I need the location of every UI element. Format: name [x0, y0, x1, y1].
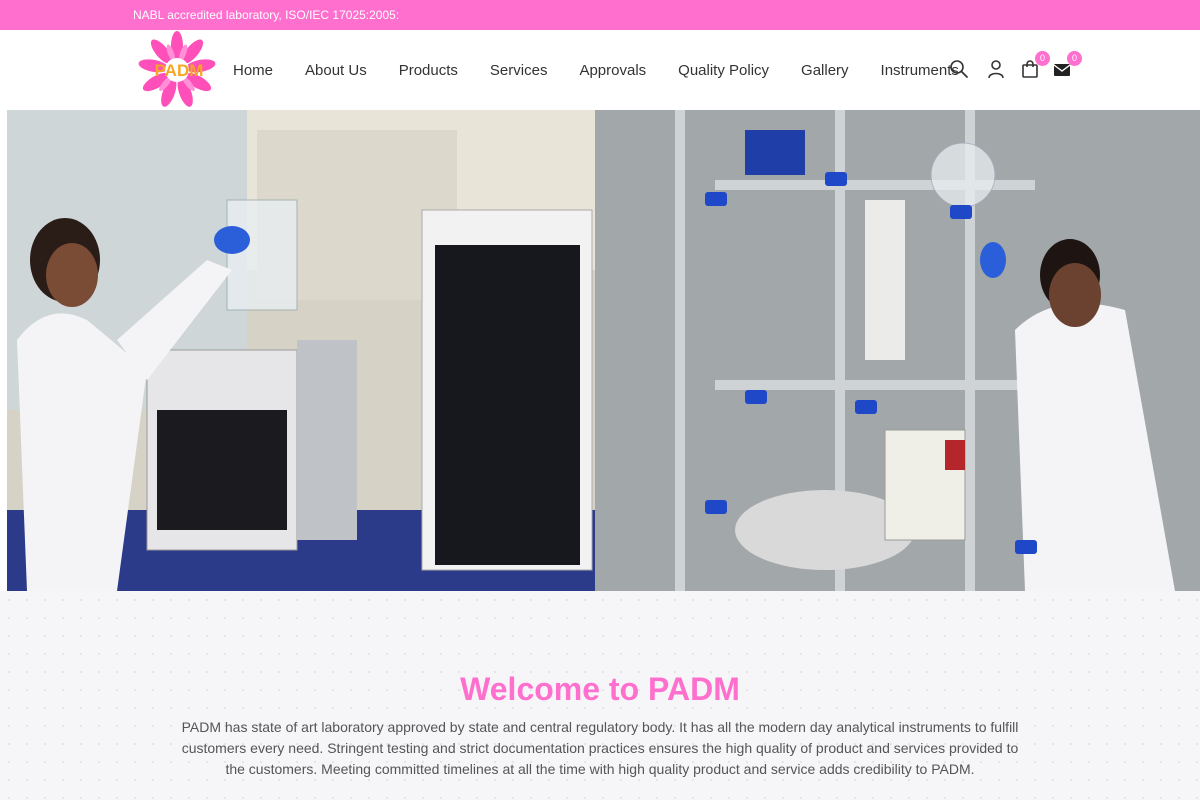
lab-scientist-image [7, 110, 595, 591]
nav-quality-policy[interactable]: Quality Policy [678, 62, 769, 79]
accreditation-text: NABL accredited laboratory, ISO/IEC 1702… [133, 8, 400, 22]
glass-reactor-image [595, 110, 1200, 591]
search-icon[interactable] [949, 59, 969, 79]
top-announcement-bar: NABL accredited laboratory, ISO/IEC 1702… [0, 0, 1200, 30]
hero-banner [7, 110, 1200, 591]
nav-instruments[interactable]: Instruments [881, 62, 959, 79]
nav-approvals[interactable]: Approvals [579, 62, 646, 79]
main-navigation: Home About Us Products Services Approval… [233, 30, 959, 110]
nav-products[interactable]: Products [399, 62, 458, 79]
user-icon[interactable] [986, 59, 1006, 79]
nav-about-us[interactable]: About Us [305, 62, 367, 79]
cart-count-badge: 0 [1035, 51, 1050, 66]
cart-button[interactable]: 0 [1020, 51, 1050, 79]
nav-gallery[interactable]: Gallery [801, 62, 849, 79]
nav-home[interactable]: Home [233, 62, 273, 79]
welcome-section: Welcome to PADM PADM has state of art la… [0, 591, 1200, 800]
mail-count-badge: 0 [1067, 51, 1082, 66]
nav-services[interactable]: Services [490, 62, 548, 79]
welcome-paragraph: PADM has state of art laboratory approve… [181, 719, 1019, 777]
mail-button[interactable]: 0 [1052, 51, 1082, 79]
lotus-logo-icon: PADM [138, 31, 216, 107]
welcome-heading: Welcome to PADM [460, 671, 740, 707]
site-header: PADM Home About Us Products Services App… [0, 30, 1200, 110]
padm-logo[interactable]: PADM [133, 30, 225, 110]
svg-text:PADM: PADM [155, 61, 204, 80]
